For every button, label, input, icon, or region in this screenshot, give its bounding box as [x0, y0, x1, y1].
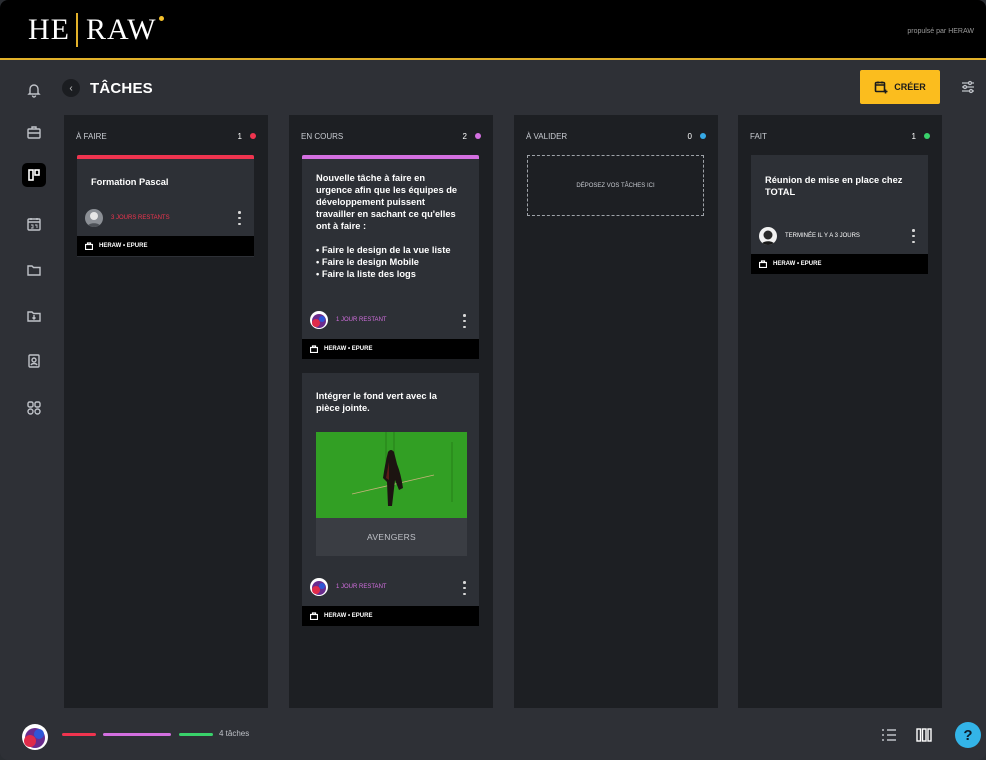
card-meta: 1 JOUR RESTANT [310, 310, 387, 330]
project-label: HERAW • EPURE [324, 346, 373, 352]
sidebar-item-tasks[interactable] [22, 163, 46, 187]
project-label: HERAW • EPURE [324, 613, 373, 619]
list-view-icon[interactable] [880, 727, 898, 743]
project-label: HERAW • EPURE [99, 243, 148, 249]
column-title: EN COURS [301, 131, 344, 141]
deadline-text: 3 JOURS RESTANTS [111, 215, 170, 221]
card-meta: 1 JOUR RESTANT [310, 577, 387, 597]
create-button-label: CRÉER [894, 82, 926, 92]
logo-text-right: RAW [86, 13, 157, 46]
briefcase-icon [85, 242, 93, 250]
card-title: Nouvelle tâche à faire en urgence afin q… [316, 173, 458, 279]
app-window: HE RAW propulsé par HERAW ‹ TÂCHES CRÉER… [0, 0, 986, 760]
avatar [85, 209, 103, 227]
column-title: À FAIRE [76, 131, 107, 141]
more-options-icon[interactable] [912, 229, 916, 243]
powered-by-text: propulsé par HERAW [907, 28, 974, 35]
chevron-left-icon: ‹ [69, 82, 73, 94]
column-todo: À FAIRE 1 Formation Pascal 3 JOURS RESTA… [64, 115, 268, 708]
bell-icon[interactable] [25, 81, 43, 99]
help-button[interactable]: ? [955, 722, 981, 748]
deadline-text: 1 JOUR RESTANT [336, 317, 387, 323]
heraw-logo[interactable]: HE RAW [28, 13, 164, 47]
calendar-icon[interactable] [25, 215, 43, 233]
task-count: 4 tâches [219, 729, 250, 738]
column-count: 1 [237, 131, 242, 141]
more-options-icon[interactable] [463, 581, 467, 595]
card-status-bar [77, 155, 254, 159]
column-header: À VALIDER 0 [526, 130, 706, 142]
completed-text: TERMINÉE IL Y A 3 JOURS [785, 233, 860, 239]
kanban-icon [28, 169, 40, 181]
column-count: 2 [462, 131, 467, 141]
folder-icon[interactable] [25, 261, 43, 279]
back-button[interactable]: ‹ [62, 79, 80, 97]
kanban-view-icon[interactable] [915, 727, 933, 743]
column-in-progress: EN COURS 2 Nouvelle tâche à faire en urg… [289, 115, 493, 708]
card-project: HERAW • EPURE [751, 254, 928, 274]
column-title: FAIT [750, 131, 767, 141]
card-title: Formation Pascal [91, 177, 169, 187]
more-options-icon[interactable] [238, 211, 242, 225]
logo-text-left: HE [28, 13, 70, 46]
footer-bar [0, 712, 986, 760]
logo-divider [76, 13, 78, 47]
deadline-text: 1 JOUR RESTANT [336, 584, 387, 590]
project-label: HERAW • EPURE [773, 261, 822, 267]
more-options-icon[interactable] [463, 314, 467, 328]
filter-settings-icon[interactable] [960, 79, 976, 95]
card-title: Intégrer le fond vert avec la pièce join… [316, 391, 437, 413]
status-dot [475, 133, 481, 139]
status-dot [700, 133, 706, 139]
progress-done-bar [179, 733, 213, 736]
folder-download-icon[interactable] [25, 307, 43, 325]
task-card[interactable]: Nouvelle tâche à faire en urgence afin q… [302, 155, 479, 359]
contacts-icon[interactable] [25, 352, 43, 370]
card-meta: TERMINÉE IL Y A 3 JOURS [759, 226, 860, 246]
create-button[interactable]: CRÉER [860, 70, 940, 104]
task-card[interactable]: Formation Pascal 3 JOURS RESTANTS HERAW … [77, 155, 254, 257]
calendar-add-icon [874, 81, 888, 94]
progress-in-progress-bar [103, 733, 171, 736]
task-card[interactable]: Intégrer le fond vert avec la pièce join… [302, 373, 479, 626]
drop-zone[interactable]: DÉPOSEZ VOS TÂCHES ICI [527, 155, 704, 216]
card-status-bar [302, 155, 479, 159]
card-project: HERAW • EPURE [302, 606, 479, 626]
attachment-label: AVENGERS [316, 518, 467, 556]
top-bar: HE RAW propulsé par HERAW [0, 0, 986, 60]
card-project: HERAW • EPURE [77, 236, 254, 256]
briefcase-icon [759, 260, 767, 268]
page-title: TÂCHES [90, 79, 153, 97]
column-done: FAIT 1 Réunion de mise en place chez TOT… [738, 115, 942, 708]
column-title: À VALIDER [526, 131, 568, 141]
attachment-image[interactable] [316, 432, 467, 518]
drop-zone-label: DÉPOSEZ VOS TÂCHES ICI [576, 182, 655, 189]
logo-dot [158, 15, 164, 21]
apps-icon[interactable] [25, 399, 43, 417]
sidebar [0, 62, 64, 702]
column-count: 1 [911, 131, 916, 141]
user-avatar[interactable] [22, 724, 48, 750]
column-to-validate: À VALIDER 0 DÉPOSEZ VOS TÂCHES ICI [514, 115, 718, 708]
card-project: HERAW • EPURE [302, 339, 479, 359]
card-meta: 3 JOURS RESTANTS [85, 208, 170, 228]
avatar [310, 578, 328, 596]
help-label: ? [963, 726, 973, 744]
avatar [759, 227, 777, 245]
column-header: FAIT 1 [750, 130, 930, 142]
avatar [310, 311, 328, 329]
task-card[interactable]: Réunion de mise en place chez TOTAL TERM… [751, 155, 928, 274]
status-dot [250, 133, 256, 139]
briefcase-icon[interactable] [25, 123, 43, 141]
briefcase-icon [310, 612, 318, 620]
column-header: EN COURS 2 [301, 130, 481, 142]
briefcase-icon [310, 345, 318, 353]
progress-todo-bar [62, 733, 96, 736]
status-dot [924, 133, 930, 139]
page-header: ‹ TÂCHES [62, 75, 153, 101]
column-header: À FAIRE 1 [76, 130, 256, 142]
column-count: 0 [687, 131, 692, 141]
card-title: Réunion de mise en place chez TOTAL [765, 175, 903, 197]
